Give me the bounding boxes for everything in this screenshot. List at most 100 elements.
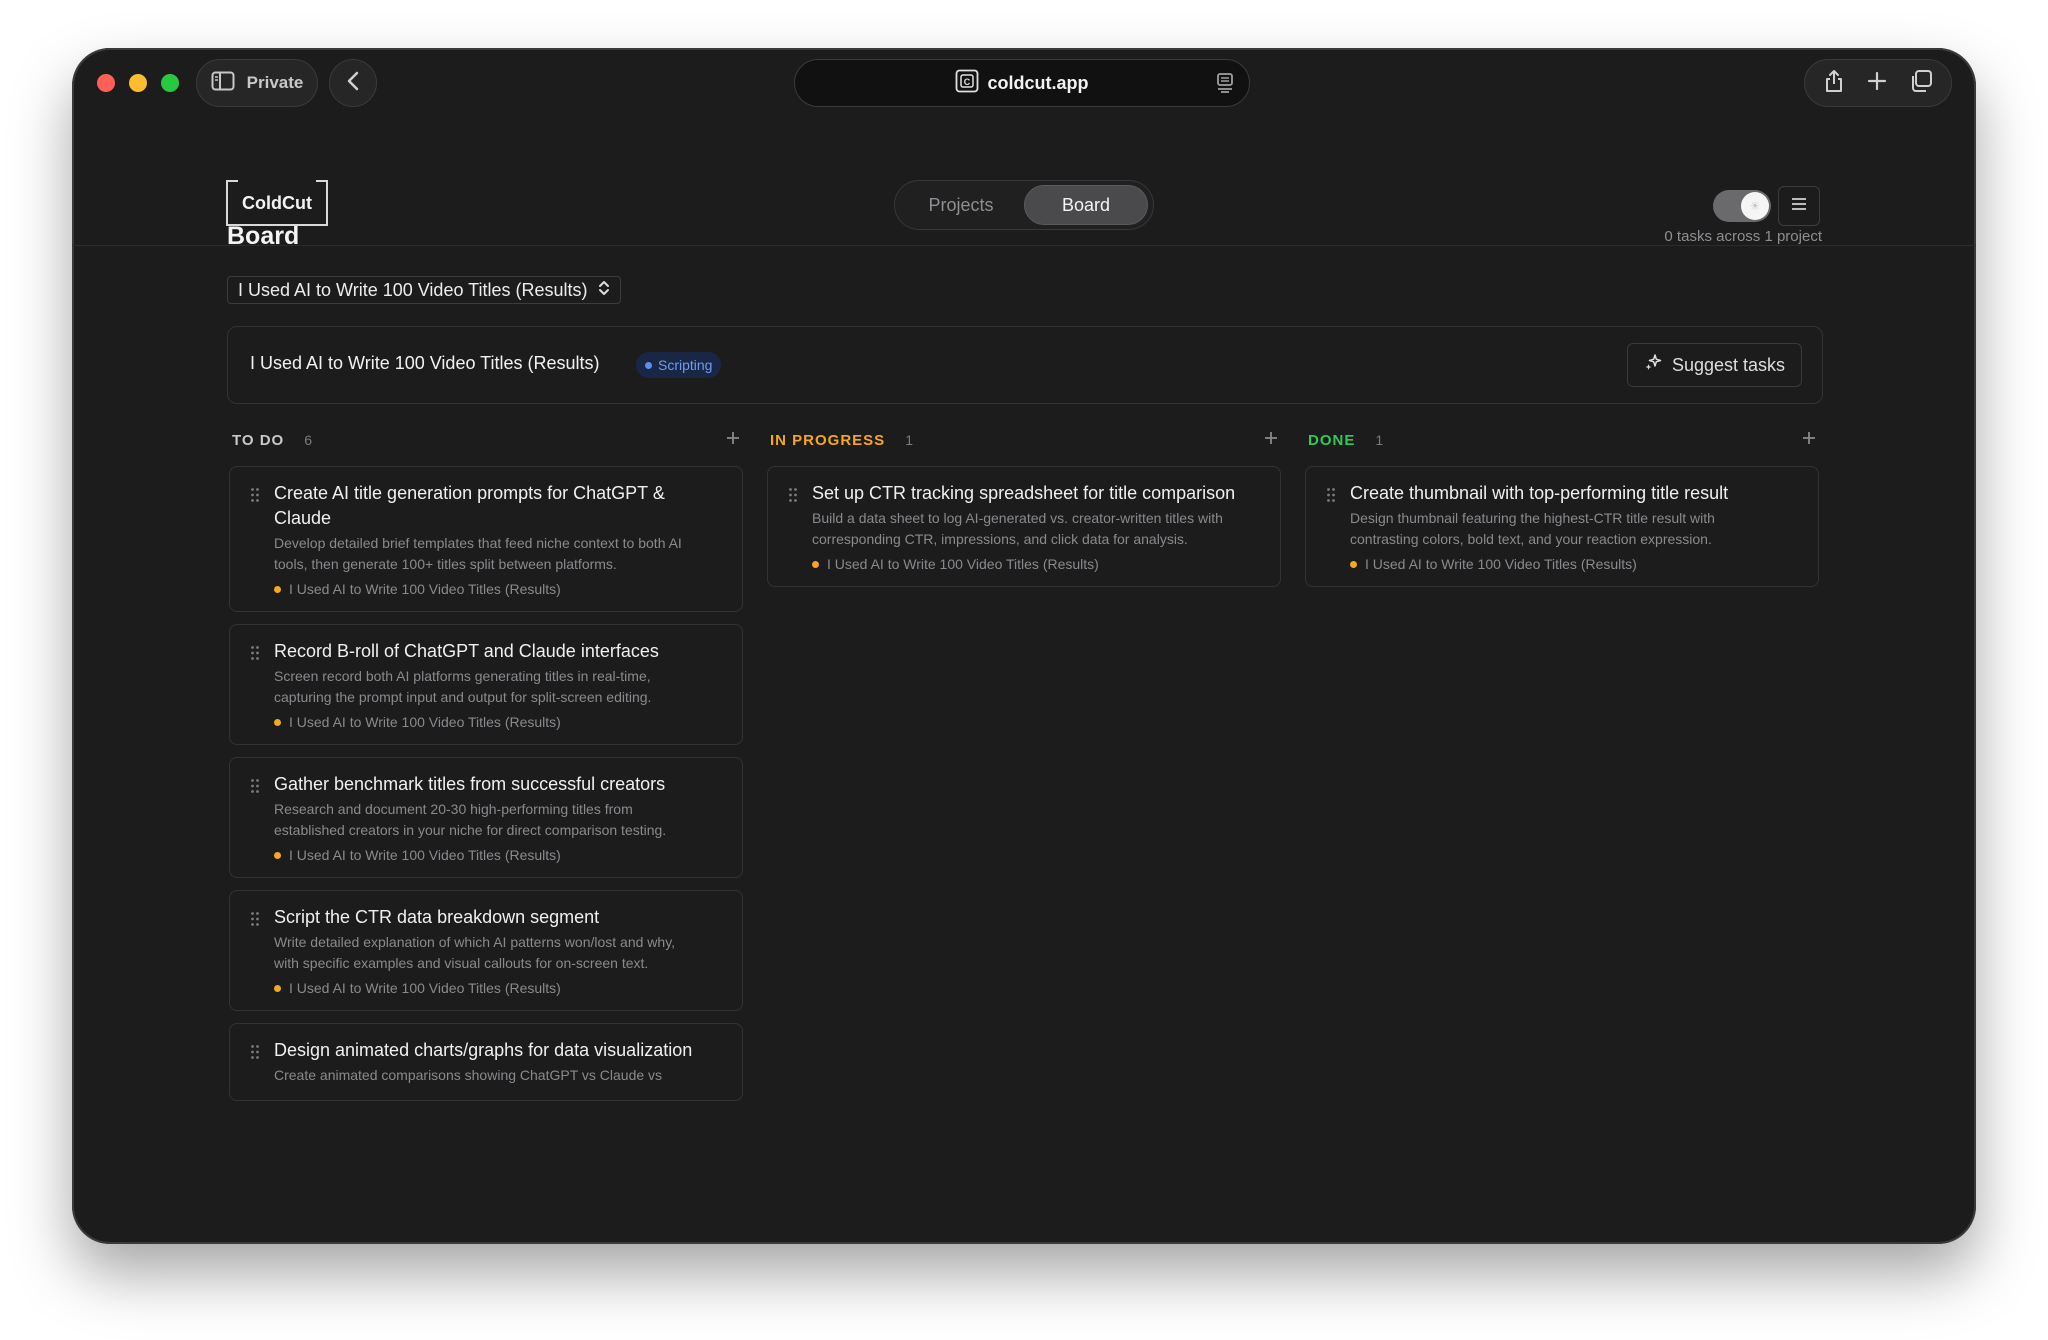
add-task-icon[interactable]	[1801, 430, 1817, 451]
project-dot-icon	[274, 851, 281, 859]
task-card[interactable]: Design animated charts/graphs for data v…	[229, 1023, 743, 1101]
drag-handle-icon[interactable]	[250, 1044, 260, 1065]
window-clip: Private C coldcut.app ColdCut Projects B…	[72, 48, 1976, 1214]
column-header: DONE 1	[1305, 422, 1819, 458]
task-card[interactable]: Script the CTR data breakdown segment Wr…	[229, 890, 743, 1011]
tab-projects[interactable]: Projects	[898, 185, 1024, 225]
private-sidebar-button[interactable]: Private	[196, 59, 318, 107]
zoom-window-button[interactable]	[161, 74, 179, 92]
drag-handle-icon[interactable]	[1326, 487, 1336, 508]
browser-window: Private C coldcut.app ColdCut Projects B…	[72, 48, 1976, 1244]
drag-handle-icon[interactable]	[250, 645, 260, 666]
card-project-label: I Used AI to Write 100 Video Titles (Res…	[289, 714, 561, 730]
project-select[interactable]: I Used AI to Write 100 Video Titles (Res…	[227, 276, 621, 304]
card-list: Set up CTR tracking spreadsheet for titl…	[767, 466, 1281, 587]
chevron-left-icon	[346, 70, 360, 97]
sun-icon: ☀	[1741, 192, 1769, 220]
card-description: Write detailed explanation of which AI p…	[274, 934, 676, 971]
back-button[interactable]	[329, 59, 377, 107]
card-title: Design animated charts/graphs for data v…	[274, 1040, 693, 1060]
task-card[interactable]: Record B-roll of ChatGPT and Claude inte…	[229, 624, 743, 745]
card-project: I Used AI to Write 100 Video Titles (Res…	[1350, 556, 1778, 572]
private-label: Private	[246, 73, 304, 92]
address-bar[interactable]: C coldcut.app	[794, 59, 1250, 107]
share-icon[interactable]	[1823, 68, 1845, 99]
card-title: Set up CTR tracking spreadsheet for titl…	[812, 483, 1236, 503]
site-icon: C	[955, 69, 979, 98]
task-card[interactable]: Create thumbnail with top-performing tit…	[1305, 466, 1819, 587]
column-title: TO DO	[232, 431, 285, 449]
suggest-tasks-button[interactable]: Suggest tasks	[1626, 343, 1802, 387]
window-controls	[97, 74, 179, 92]
sparkles-icon	[1644, 353, 1662, 377]
project-bar: I Used AI to Write 100 Video Titles (Res…	[227, 326, 1823, 404]
card-description: Design thumbnail featuring the highest-C…	[1350, 510, 1715, 547]
task-count: 0 tasks across 1 project	[1664, 228, 1822, 245]
card-project: I Used AI to Write 100 Video Titles (Res…	[812, 556, 1240, 572]
menu-button[interactable]	[1778, 186, 1820, 226]
suggest-tasks-label: Suggest tasks	[1671, 354, 1785, 375]
card-description: Create animated comparisons showing Chat…	[274, 1067, 663, 1083]
coldcut-logo[interactable]: ColdCut	[226, 180, 328, 226]
reader-icon[interactable]	[1215, 72, 1235, 99]
card-title: Gather benchmark titles from successful …	[274, 774, 666, 794]
card-description: Research and document 20-30 high-perform…	[274, 801, 667, 838]
column-done: DONE 1 Create thumbnail with top-perform…	[1305, 422, 1819, 587]
card-project-label: I Used AI to Write 100 Video Titles (Res…	[289, 847, 561, 863]
project-dot-icon	[1350, 560, 1357, 568]
close-window-button[interactable]	[97, 74, 115, 92]
project-dot-icon	[274, 984, 281, 992]
card-description: Screen record both AI platforms generati…	[274, 668, 652, 705]
card-list: Create thumbnail with top-performing tit…	[1305, 466, 1819, 587]
drag-handle-icon[interactable]	[788, 487, 798, 508]
task-card[interactable]: Create AI title generation prompts for C…	[229, 466, 743, 612]
column-count: 1	[1375, 432, 1384, 448]
drag-handle-icon[interactable]	[250, 487, 260, 508]
column-todo: TO DO 6 Create AI title generation promp…	[229, 422, 743, 1101]
task-card[interactable]: Gather benchmark titles from successful …	[229, 757, 743, 878]
card-project-label: I Used AI to Write 100 Video Titles (Res…	[289, 581, 561, 597]
project-dot-icon	[812, 560, 819, 568]
column-in-progress: IN PROGRESS 1 Set up CTR tracking spread…	[767, 422, 1281, 587]
page-title: Board	[227, 222, 300, 250]
stage-badge: Scripting	[636, 352, 722, 378]
card-title: Record B-roll of ChatGPT and Claude inte…	[274, 641, 659, 661]
column-title: IN PROGRESS	[770, 431, 886, 449]
minimize-window-button[interactable]	[129, 74, 147, 92]
column-header: IN PROGRESS 1	[767, 422, 1281, 458]
card-project-label: I Used AI to Write 100 Video Titles (Res…	[289, 980, 561, 996]
card-project: I Used AI to Write 100 Video Titles (Res…	[274, 847, 702, 863]
project-dot-icon	[274, 585, 281, 593]
stage-label: Scripting	[658, 357, 713, 373]
add-task-icon[interactable]	[1263, 430, 1279, 451]
card-description: Build a data sheet to log AI-generated v…	[812, 510, 1223, 547]
browser-right-tools	[1804, 59, 1952, 107]
add-task-icon[interactable]	[725, 430, 741, 451]
stage-dot-icon	[645, 361, 652, 369]
drag-handle-icon[interactable]	[250, 911, 260, 932]
column-header: TO DO 6	[229, 422, 743, 458]
tab-board[interactable]: Board	[1024, 185, 1148, 225]
tab-overview-icon[interactable]	[1909, 69, 1933, 98]
project-select-value: I Used AI to Write 100 Video Titles (Res…	[238, 279, 588, 300]
svg-text:C: C	[964, 77, 971, 87]
address-text: coldcut.app	[987, 72, 1089, 93]
card-project: I Used AI to Write 100 Video Titles (Res…	[274, 581, 702, 597]
card-project-label: I Used AI to Write 100 Video Titles (Res…	[827, 556, 1099, 572]
new-tab-icon[interactable]	[1866, 70, 1888, 97]
task-card[interactable]: Set up CTR tracking spreadsheet for titl…	[767, 466, 1281, 587]
drag-handle-icon[interactable]	[250, 778, 260, 799]
card-title: Script the CTR data breakdown segment	[274, 907, 600, 927]
browser-toolbar: Private C coldcut.app	[72, 48, 1976, 122]
project-name: I Used AI to Write 100 Video Titles (Res…	[250, 353, 600, 373]
card-project: I Used AI to Write 100 Video Titles (Res…	[274, 980, 702, 996]
card-description: Develop detailed brief templates that fe…	[274, 535, 682, 572]
project-dot-icon	[274, 718, 281, 726]
column-count: 6	[304, 432, 313, 448]
card-title: Create AI title generation prompts for C…	[274, 483, 665, 528]
column-count: 1	[905, 432, 913, 448]
card-title: Create thumbnail with top-performing tit…	[1350, 483, 1729, 503]
card-list: Create AI title generation prompts for C…	[229, 466, 743, 1101]
sidebar-icon	[211, 71, 235, 96]
theme-toggle[interactable]: ☀	[1713, 190, 1771, 222]
